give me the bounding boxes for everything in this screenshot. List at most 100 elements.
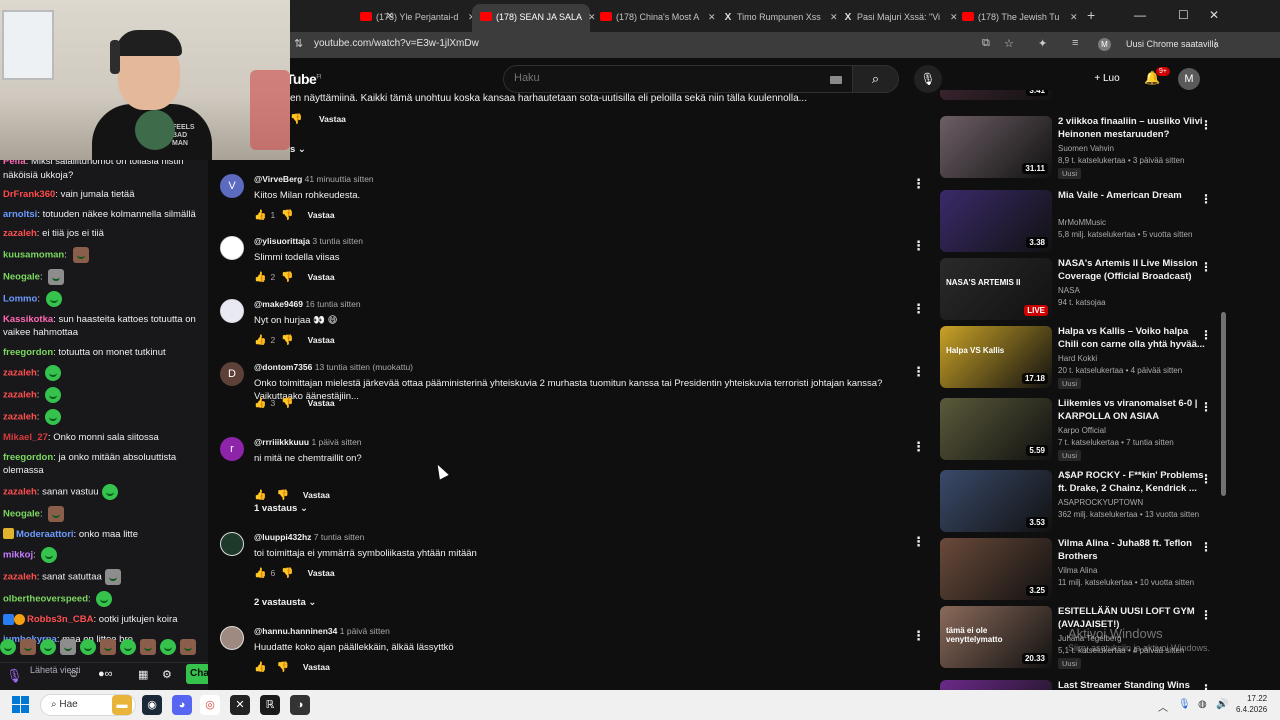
comment-avatar[interactable] — [220, 626, 244, 650]
site-info-icon[interactable]: ⇅ — [294, 37, 303, 50]
related-video[interactable]: 3.53 A$AP ROCKY - F**kin' Problems ft. Dr… — [940, 470, 1224, 532]
emote-icon[interactable] — [0, 638, 16, 655]
start-button[interactable] — [12, 696, 30, 714]
browser-tab[interactable]: (178) The Jewish Tu — [962, 6, 1070, 28]
comment-time[interactable]: 3 tuntia sitten — [312, 236, 363, 246]
chat-username[interactable]: Neogale — [3, 271, 40, 282]
points-icon[interactable]: ●∞ — [98, 668, 113, 680]
comment-avatar[interactable] — [220, 299, 244, 323]
related-video[interactable]: 3.41⋮ — [940, 90, 1224, 100]
account-avatar[interactable]: M — [1178, 68, 1200, 90]
emote-icon[interactable] — [100, 638, 116, 655]
video-thumbnail[interactable]: Halpa VS Kallis 17.18 — [940, 326, 1052, 388]
extensions-icon[interactable]: ✦ — [1038, 37, 1047, 50]
chat-username[interactable]: zazaleh — [3, 412, 37, 423]
comment-time[interactable]: 41 minuuttia sitten — [305, 174, 374, 184]
reply-button[interactable]: Vastaa — [308, 568, 335, 578]
channel-name[interactable]: Suomen Vahvin — [1058, 144, 1114, 153]
reply-button[interactable]: Vastaa — [308, 210, 335, 220]
video-thumbnail[interactable]: 5.59 — [940, 398, 1052, 460]
video-menu-icon[interactable]: ⋮ — [1200, 328, 1212, 342]
comment-menu-icon[interactable]: ⋮ — [912, 534, 925, 550]
voice-search-button[interactable]: 🎙 — [914, 65, 942, 93]
chat-username[interactable]: zazaleh — [3, 228, 37, 239]
browser-tab[interactable]: X Pasi Majuri Xssä: "Vi — [842, 6, 950, 28]
video-menu-icon[interactable]: ⋮ — [1200, 400, 1212, 414]
chat-username[interactable]: arnoltsi — [3, 209, 37, 220]
dislike-icon[interactable]: 👎 — [290, 114, 302, 125]
store-icon[interactable]: ▦ — [138, 668, 148, 681]
video-menu-icon[interactable]: ⋮ — [1200, 472, 1212, 486]
video-title[interactable]: NASA's Artemis II Live Mission Coverage … — [1058, 258, 1206, 283]
emote-icon[interactable] — [180, 638, 196, 655]
dislike-icon[interactable]: 👎 — [281, 272, 293, 283]
reply-button[interactable]: Vastaa — [308, 272, 335, 282]
close-tab-icon[interactable]: ✕ — [1070, 6, 1080, 28]
close-tab-icon[interactable]: ✕ — [588, 6, 598, 28]
dislike-icon[interactable]: 👎 — [276, 490, 288, 501]
reply-button[interactable]: Vastaa — [308, 398, 335, 408]
xbox-icon[interactable]: ✕ — [230, 695, 250, 715]
chat-username[interactable]: DrFrank360 — [3, 189, 55, 200]
reply-button[interactable]: Vastaa — [303, 662, 330, 672]
replies-toggle[interactable]: 1 vastaus ⌄ — [254, 503, 308, 514]
channel-name[interactable]: NASA — [1058, 286, 1080, 295]
dislike-icon[interactable]: 👎 — [281, 335, 293, 346]
search-box[interactable] — [503, 65, 853, 93]
channel-name[interactable]: Hard Kokki — [1058, 354, 1097, 363]
like-icon[interactable]: 👍 — [254, 662, 266, 673]
comment-avatar[interactable]: D — [220, 362, 244, 386]
like-icon[interactable]: 👍 — [254, 335, 266, 346]
taskbar-clock[interactable]: 17.22 6.4.2026 — [1236, 693, 1267, 715]
dislike-icon[interactable]: 👎 — [276, 662, 288, 673]
replies-toggle[interactable]: 2 vastausta ⌄ — [254, 597, 316, 608]
comment-time[interactable]: 16 tuntia sitten — [305, 299, 360, 309]
comment-time[interactable]: 13 tuntia sitten (muokattu) — [315, 362, 413, 372]
reply-button[interactable]: Vastaa — [319, 114, 346, 124]
comment-avatar[interactable]: r — [220, 437, 244, 461]
create-button[interactable]: + Luo — [1080, 65, 1134, 93]
chat-username[interactable]: freegordon — [3, 452, 53, 463]
install-icon[interactable]: ⧉ — [982, 37, 990, 50]
chat-username[interactable]: zazaleh — [3, 368, 37, 379]
steam-icon[interactable]: ◉ — [142, 695, 162, 715]
like-icon[interactable]: 👍 — [254, 210, 266, 221]
mic-icon[interactable]: 🎙 — [6, 668, 23, 684]
related-video[interactable]: 3.38 Mia Vaile - American Dream MrMoMMusic… — [940, 190, 1224, 252]
settings-icon[interactable]: ⚙ — [162, 668, 172, 681]
close-window-icon[interactable]: ✕ — [1209, 8, 1219, 22]
reply-button[interactable]: Vastaa — [303, 490, 330, 500]
chat-username[interactable]: freegordon — [3, 347, 53, 358]
channel-name[interactable]: MrMoMMusic — [1058, 218, 1106, 227]
emote-icon[interactable] — [40, 638, 56, 655]
browser-tab[interactable]: (178) China's Most A — [600, 6, 708, 28]
emote-icon[interactable] — [140, 638, 156, 655]
video-thumbnail[interactable]: 3.25 — [940, 538, 1052, 600]
app-icon[interactable]: ℝ — [260, 695, 280, 715]
video-menu-icon[interactable]: ⋮ — [1200, 192, 1212, 206]
close-tab-icon[interactable]: ✕ — [950, 6, 960, 28]
channel-name[interactable]: Karpo Official — [1058, 426, 1106, 435]
dislike-icon[interactable]: 👎 — [281, 210, 293, 221]
emote-icon[interactable] — [60, 638, 76, 655]
maximize-icon[interactable]: ☐ — [1178, 8, 1189, 22]
bookmark-star-icon[interactable]: ☆ — [1004, 37, 1014, 50]
update-chip[interactable]: Uusi Chrome saatavilla — [1126, 39, 1219, 49]
related-video[interactable]: LIVE Last Streamer Standing Wins⋮ — [940, 680, 1224, 690]
like-icon[interactable]: 👍 — [254, 490, 266, 501]
chat-username[interactable]: Kassikotka — [3, 314, 53, 325]
like-icon[interactable]: 👍 — [254, 272, 266, 283]
search-button[interactable]: ⌕ — [853, 65, 899, 93]
profile-avatar[interactable]: M — [1098, 38, 1111, 51]
search-input[interactable] — [514, 72, 814, 84]
related-video[interactable]: NASA'S ARTEMIS II LIVE NASA's Artemis II L… — [940, 258, 1224, 320]
comment-author[interactable]: @make9469 — [254, 299, 303, 309]
comment-author[interactable]: @luuppi432hz — [254, 532, 311, 542]
video-thumbnail[interactable]: 31.11 — [940, 116, 1052, 178]
like-icon[interactable]: 👍 — [254, 398, 266, 409]
video-title[interactable]: Last Streamer Standing Wins — [1058, 680, 1206, 690]
comment-menu-icon[interactable]: ⋮ — [912, 301, 925, 317]
youtube-logo[interactable]: YouTubeFI — [290, 71, 321, 87]
related-video[interactable]: 31.11 2 viikkoa finaaliin – uusiiko Viivi… — [940, 116, 1224, 179]
video-menu-icon[interactable]: ⋮ — [1200, 260, 1212, 274]
